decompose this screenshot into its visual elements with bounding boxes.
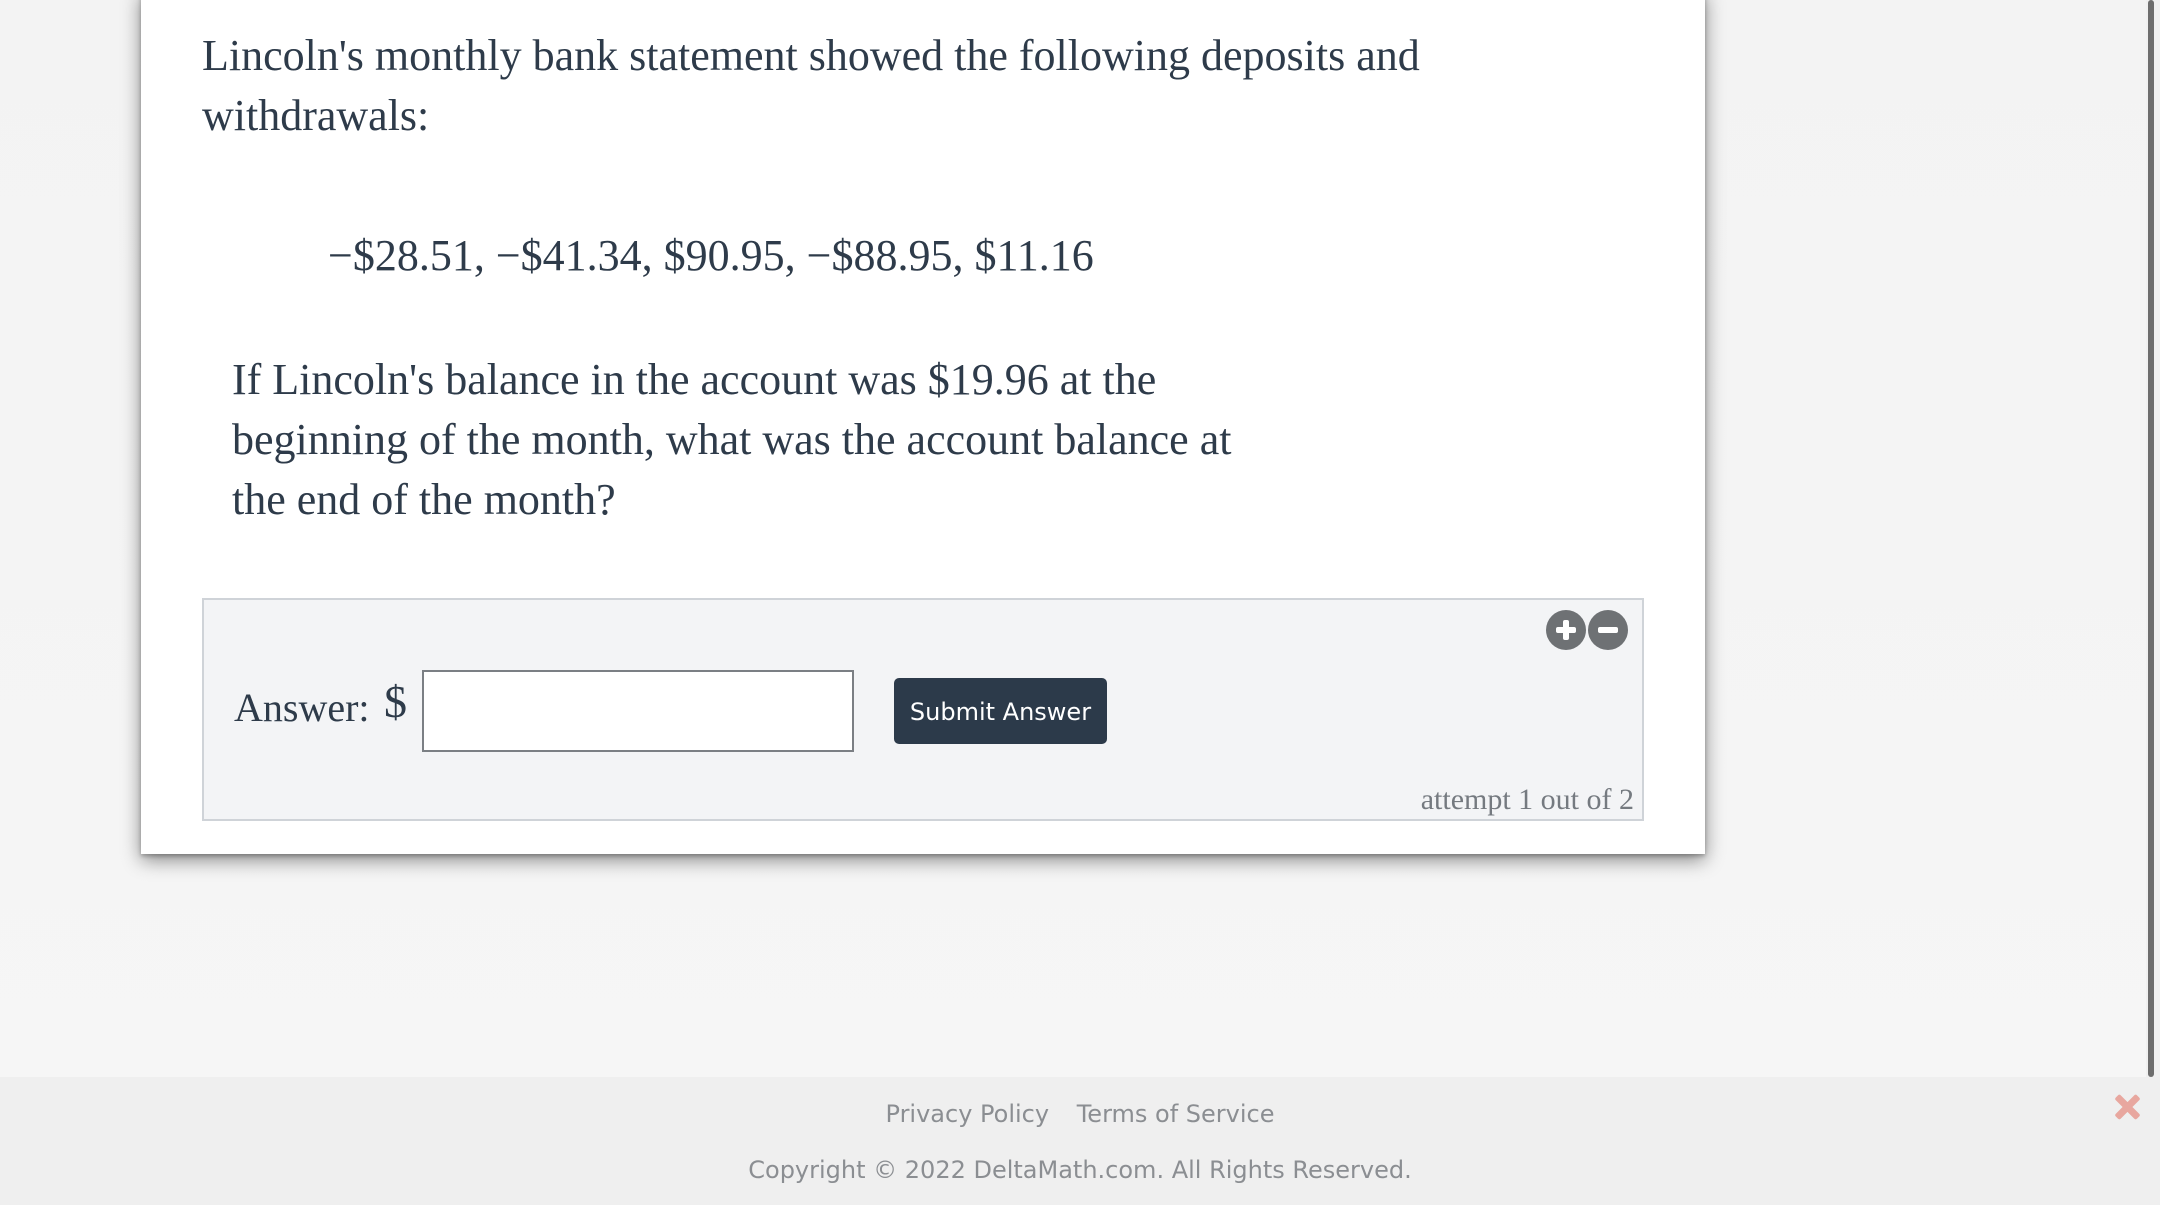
problem-question: If Lincoln's balance in the account was … — [232, 355, 1232, 524]
transaction-values: −$28.51, −$41.34, $90.95, −$88.95, $11.1… — [328, 231, 1094, 280]
zoom-out-icon[interactable] — [1588, 610, 1628, 650]
close-icon[interactable] — [2112, 1092, 2142, 1122]
scrollbar-thumb[interactable] — [2148, 0, 2154, 1077]
currency-symbol: $ — [384, 676, 407, 727]
answer-label: Answer: — [234, 685, 370, 730]
problem-intro: Lincoln's monthly bank statement showed … — [202, 31, 1420, 140]
terms-of-service-link[interactable]: Terms of Service — [1077, 1100, 1275, 1128]
footer-links: Privacy Policy Terms of Service — [0, 1097, 2160, 1131]
copyright-text: Copyright © 2022 DeltaMath.com. All Righ… — [748, 1156, 1412, 1184]
answer-panel: Answer: $ Submit Answer attempt 1 out of… — [202, 598, 1644, 821]
zoom-in-icon[interactable] — [1546, 610, 1586, 650]
privacy-policy-link[interactable]: Privacy Policy — [886, 1100, 1050, 1128]
answer-input[interactable] — [422, 670, 854, 752]
footer: Privacy Policy Terms of Service Copyrigh… — [0, 1077, 2160, 1205]
problem-card: Lincoln's monthly bank statement showed … — [141, 0, 1705, 854]
submit-answer-button[interactable]: Submit Answer — [894, 678, 1107, 744]
attempt-counter: attempt 1 out of 2 — [1420, 783, 1634, 816]
